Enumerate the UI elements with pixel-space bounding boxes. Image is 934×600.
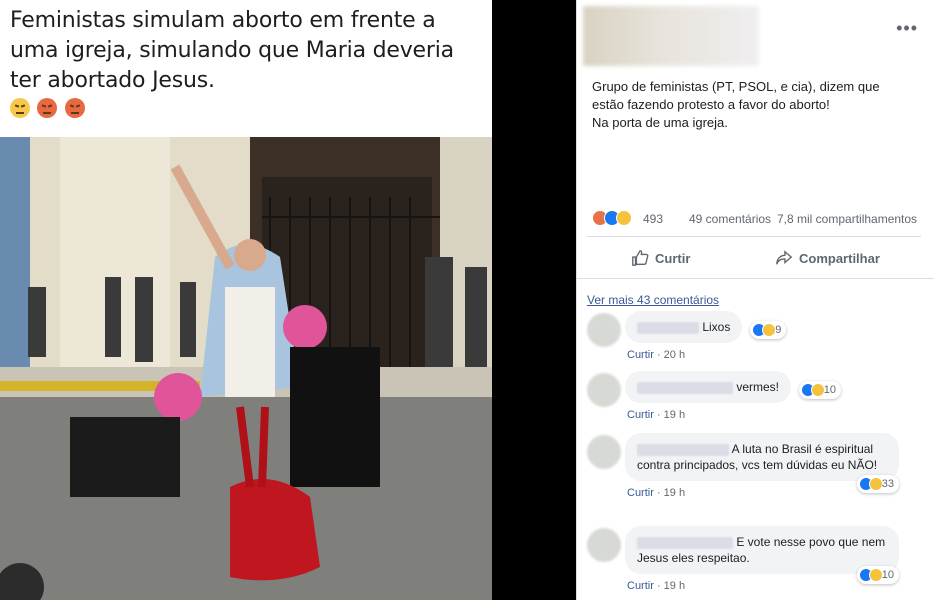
black-divider [492, 0, 576, 600]
post-header: ••• [577, 0, 934, 66]
reaction-icons[interactable] [592, 210, 632, 226]
pouting-face-icon [64, 98, 85, 118]
post-text-line: Na porta de uma igreja. [592, 115, 728, 130]
comment-bubble: vermes! 10 [625, 371, 842, 403]
post-text-line: Grupo de feministas (PT, PSOL, e cia), d… [592, 79, 880, 94]
comment-bubble: A luta no Brasil é espiritual contra pri… [625, 433, 899, 493]
comment: E vote nesse povo que nem Jesus eles res… [625, 526, 899, 592]
reactions-count[interactable]: 493 [643, 212, 663, 226]
blurred-commenter-name[interactable] [637, 443, 729, 456]
share-label: Compartilhar [799, 250, 880, 266]
comment: Lixos 9 Curtir · 20 h [625, 311, 787, 361]
facebook-post: ••• Grupo de feministas (PT, PSOL, e cia… [576, 0, 934, 600]
shares-count[interactable]: 7,8 mil compartilhamentos [777, 212, 917, 226]
comment-reactions[interactable]: 10 [798, 381, 842, 399]
comment-like-link[interactable]: Curtir [627, 487, 654, 499]
more-options-icon[interactable]: ••• [896, 18, 918, 39]
post-stats: 493 49 comentários 7,8 mil compartilhame… [577, 206, 934, 234]
pouting-face-icon [37, 98, 58, 118]
comment-like-link[interactable]: Curtir [627, 580, 654, 592]
comment-text: Lixos [702, 320, 731, 334]
blurred-commenter-name[interactable] [637, 536, 733, 549]
comment-like-link[interactable]: Curtir [627, 349, 654, 361]
comment-time[interactable]: 19 h [664, 409, 685, 421]
comment-time[interactable]: 19 h [664, 580, 685, 592]
blurred-author-info [583, 6, 759, 66]
comment-text: vermes! [736, 380, 780, 394]
comment-like-link[interactable]: Curtir [627, 409, 654, 421]
post-actions: Curtir Compartilhar [587, 236, 921, 278]
left-screenshot-post: Feministas simulam aborto em frente a um… [0, 0, 492, 600]
view-more-comments-link[interactable]: Ver mais 43 comentários [587, 293, 719, 307]
comments-count[interactable]: 49 comentários [689, 212, 771, 226]
post-caption: Feministas simulam aborto em frente a um… [10, 8, 454, 93]
comment-reactions[interactable]: 33 [856, 475, 899, 493]
comments-section: Ver mais 43 comentários Lixos 9 Curtir ·… [577, 279, 934, 600]
share-arrow-icon [776, 250, 793, 265]
angry-face-icon [10, 98, 30, 118]
comment: vermes! 10 Curtir · 19 h [625, 371, 842, 421]
post-text-line: estão fazendo protesto a favor do aborto… [592, 97, 830, 112]
blurred-commenter-name[interactable] [637, 381, 733, 394]
comment-reactions[interactable]: 10 [856, 566, 899, 584]
avatar[interactable] [587, 373, 621, 407]
comment-bubble: E vote nesse povo que nem Jesus eles res… [625, 526, 899, 584]
sad-reaction-icon [616, 210, 632, 226]
comment-reactions[interactable]: 9 [750, 321, 787, 339]
avatar[interactable] [587, 435, 621, 469]
comment: A luta no Brasil é espiritual contra pri… [625, 433, 899, 499]
avatar[interactable] [587, 313, 621, 347]
avatar[interactable] [587, 528, 621, 562]
comment-time[interactable]: 19 h [664, 487, 685, 499]
thumbs-up-icon [632, 250, 649, 266]
share-button[interactable]: Compartilhar [775, 249, 880, 267]
like-button[interactable]: Curtir [631, 249, 690, 267]
like-label: Curtir [655, 250, 691, 266]
post-text: Grupo de feministas (PT, PSOL, e cia), d… [577, 66, 934, 200]
protest-photo [0, 137, 492, 600]
comment-bubble: Lixos 9 [625, 311, 787, 343]
comment-time[interactable]: 20 h [664, 349, 685, 361]
blurred-commenter-name[interactable] [637, 321, 699, 334]
emoji-row [0, 96, 492, 126]
